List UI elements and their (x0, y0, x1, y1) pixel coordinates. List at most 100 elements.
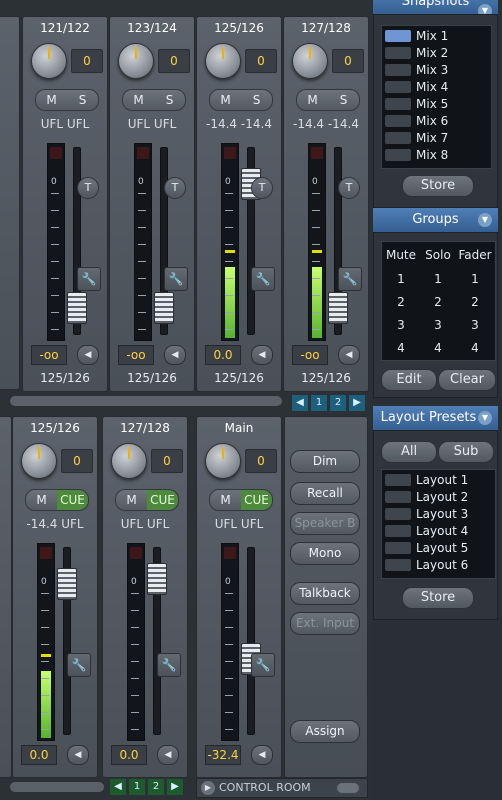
gain-value[interactable]: 0 (151, 449, 183, 473)
fader-value[interactable]: -oo (31, 345, 67, 365)
mute-button[interactable]: M (26, 490, 57, 510)
gain-knob[interactable] (111, 443, 147, 479)
gain-value[interactable]: 0 (332, 49, 364, 73)
snapshot-item[interactable]: Mix 8 (384, 147, 489, 164)
control-room-play-icon[interactable]: ▶ (201, 781, 215, 795)
fader-handle[interactable] (328, 292, 348, 324)
control-room-button-dim[interactable]: Dim (290, 450, 360, 473)
control-room-button-recall[interactable]: Recall (290, 482, 360, 505)
bottom-pager-2[interactable]: 2 (148, 779, 164, 795)
solo-button[interactable]: S (154, 90, 185, 110)
group-cell[interactable]: 2 (419, 291, 457, 313)
gain-value[interactable]: 0 (61, 449, 93, 473)
wrench-icon[interactable]: 🔧 (157, 653, 181, 677)
group-cell[interactable]: 4 (382, 337, 420, 359)
trim-button[interactable]: T (338, 177, 360, 199)
fader-value[interactable]: 0.0 (205, 345, 241, 365)
gain-knob[interactable] (21, 443, 57, 479)
arrow-button[interactable]: ◀ (251, 345, 273, 365)
fader-value[interactable]: -oo (292, 345, 328, 365)
mute-button[interactable]: M (210, 490, 241, 510)
groups-header[interactable]: Groups ▼ (373, 208, 498, 232)
wrench-icon[interactable]: 🔧 (338, 267, 362, 291)
fader-handle[interactable] (67, 292, 87, 324)
gain-knob[interactable] (205, 443, 241, 479)
solo-button[interactable]: S (241, 90, 272, 110)
control-room-toggle[interactable] (337, 783, 359, 793)
fader-value[interactable]: 0.0 (21, 745, 57, 765)
control-room-button-assign[interactable]: Assign (290, 720, 360, 743)
group-cell[interactable]: 2 (382, 291, 420, 313)
snapshot-item[interactable]: Mix 3 (384, 62, 489, 79)
cue-button[interactable]: CUE (241, 490, 272, 510)
gain-knob[interactable] (118, 43, 154, 79)
group-cell[interactable]: 1 (419, 268, 457, 290)
wrench-icon[interactable]: 🔧 (251, 653, 275, 677)
arrow-button[interactable]: ◀ (67, 745, 89, 765)
gain-knob[interactable] (31, 43, 67, 79)
layout-preset-item[interactable]: Layout 4 (384, 523, 493, 540)
solo-button[interactable]: S (328, 90, 359, 110)
control-room-button-mono[interactable]: Mono (290, 542, 360, 565)
bottom-pager-1[interactable]: 1 (129, 779, 145, 795)
gain-value[interactable]: 0 (245, 49, 277, 73)
group-cell[interactable]: 4 (419, 337, 457, 359)
groups-edit-button[interactable]: Edit (381, 369, 437, 391)
group-cell[interactable]: 1 (456, 268, 494, 290)
top-scrollbar[interactable] (10, 396, 282, 406)
layout-presets-dropdown-icon[interactable]: ▼ (478, 411, 492, 425)
groups-clear-button[interactable]: Clear (438, 369, 496, 391)
snapshot-item[interactable]: Mix 7 (384, 130, 489, 147)
layout-preset-item[interactable]: Layout 3 (384, 506, 493, 523)
snapshot-item[interactable]: Mix 6 (384, 113, 489, 130)
gain-knob[interactable] (292, 43, 328, 79)
gain-value[interactable]: 0 (158, 49, 190, 73)
arrow-button[interactable]: ◀ (157, 745, 179, 765)
gain-value[interactable]: 0 (71, 49, 103, 73)
snapshots-store-button[interactable]: Store (402, 175, 474, 197)
snapshot-item[interactable]: Mix 1 (384, 28, 489, 45)
cue-button[interactable]: CUE (57, 490, 88, 510)
snapshot-item[interactable]: Mix 4 (384, 79, 489, 96)
arrow-button[interactable]: ◀ (164, 345, 186, 365)
fader-handle[interactable] (57, 568, 77, 600)
mute-button[interactable]: M (116, 490, 147, 510)
arrow-button[interactable]: ◀ (251, 745, 273, 765)
solo-button[interactable]: S (67, 90, 98, 110)
top-pager-next[interactable]: ▶ (349, 395, 365, 411)
top-pager-prev[interactable]: ◀ (292, 395, 308, 411)
layout-tab-all[interactable]: All (381, 441, 437, 463)
wrench-icon[interactable]: 🔧 (164, 267, 188, 291)
group-cell[interactable]: 3 (456, 314, 494, 336)
wrench-icon[interactable]: 🔧 (251, 267, 275, 291)
layout-tab-sub[interactable]: Sub (438, 441, 494, 463)
group-cell[interactable]: 4 (456, 337, 494, 359)
group-cell[interactable]: 1 (382, 268, 420, 290)
snapshot-item[interactable]: Mix 2 (384, 45, 489, 62)
top-pager-2[interactable]: 2 (330, 395, 346, 411)
group-cell[interactable]: 3 (419, 314, 457, 336)
bottom-scrollbar[interactable] (10, 782, 104, 792)
arrow-button[interactable]: ◀ (338, 345, 360, 365)
gain-knob[interactable] (205, 43, 241, 79)
groups-dropdown-icon[interactable]: ▼ (478, 213, 492, 227)
trim-button[interactable]: T (251, 177, 273, 199)
fader-value[interactable]: -oo (118, 345, 154, 365)
mute-button[interactable]: M (36, 90, 67, 110)
bottom-pager-next[interactable]: ▶ (167, 779, 183, 795)
trim-button[interactable]: T (164, 177, 186, 199)
mute-button[interactable]: M (297, 90, 328, 110)
layout-presets-store-button[interactable]: Store (402, 587, 474, 609)
group-cell[interactable]: 2 (456, 291, 494, 313)
gain-value[interactable]: 0 (245, 449, 277, 473)
top-pager-1[interactable]: 1 (311, 395, 327, 411)
snapshots-header[interactable]: Snapshots ▼ (373, 0, 498, 18)
control-room-button-talkback[interactable]: Talkback (290, 582, 360, 605)
fader-value[interactable]: -32.4 (205, 745, 241, 765)
wrench-icon[interactable]: 🔧 (67, 653, 91, 677)
layout-presets-header[interactable]: Layout Presets ▼ (373, 406, 498, 430)
fader-handle[interactable] (154, 292, 174, 324)
group-cell[interactable]: 3 (382, 314, 420, 336)
mute-button[interactable]: M (210, 90, 241, 110)
fader-handle[interactable] (147, 563, 167, 595)
